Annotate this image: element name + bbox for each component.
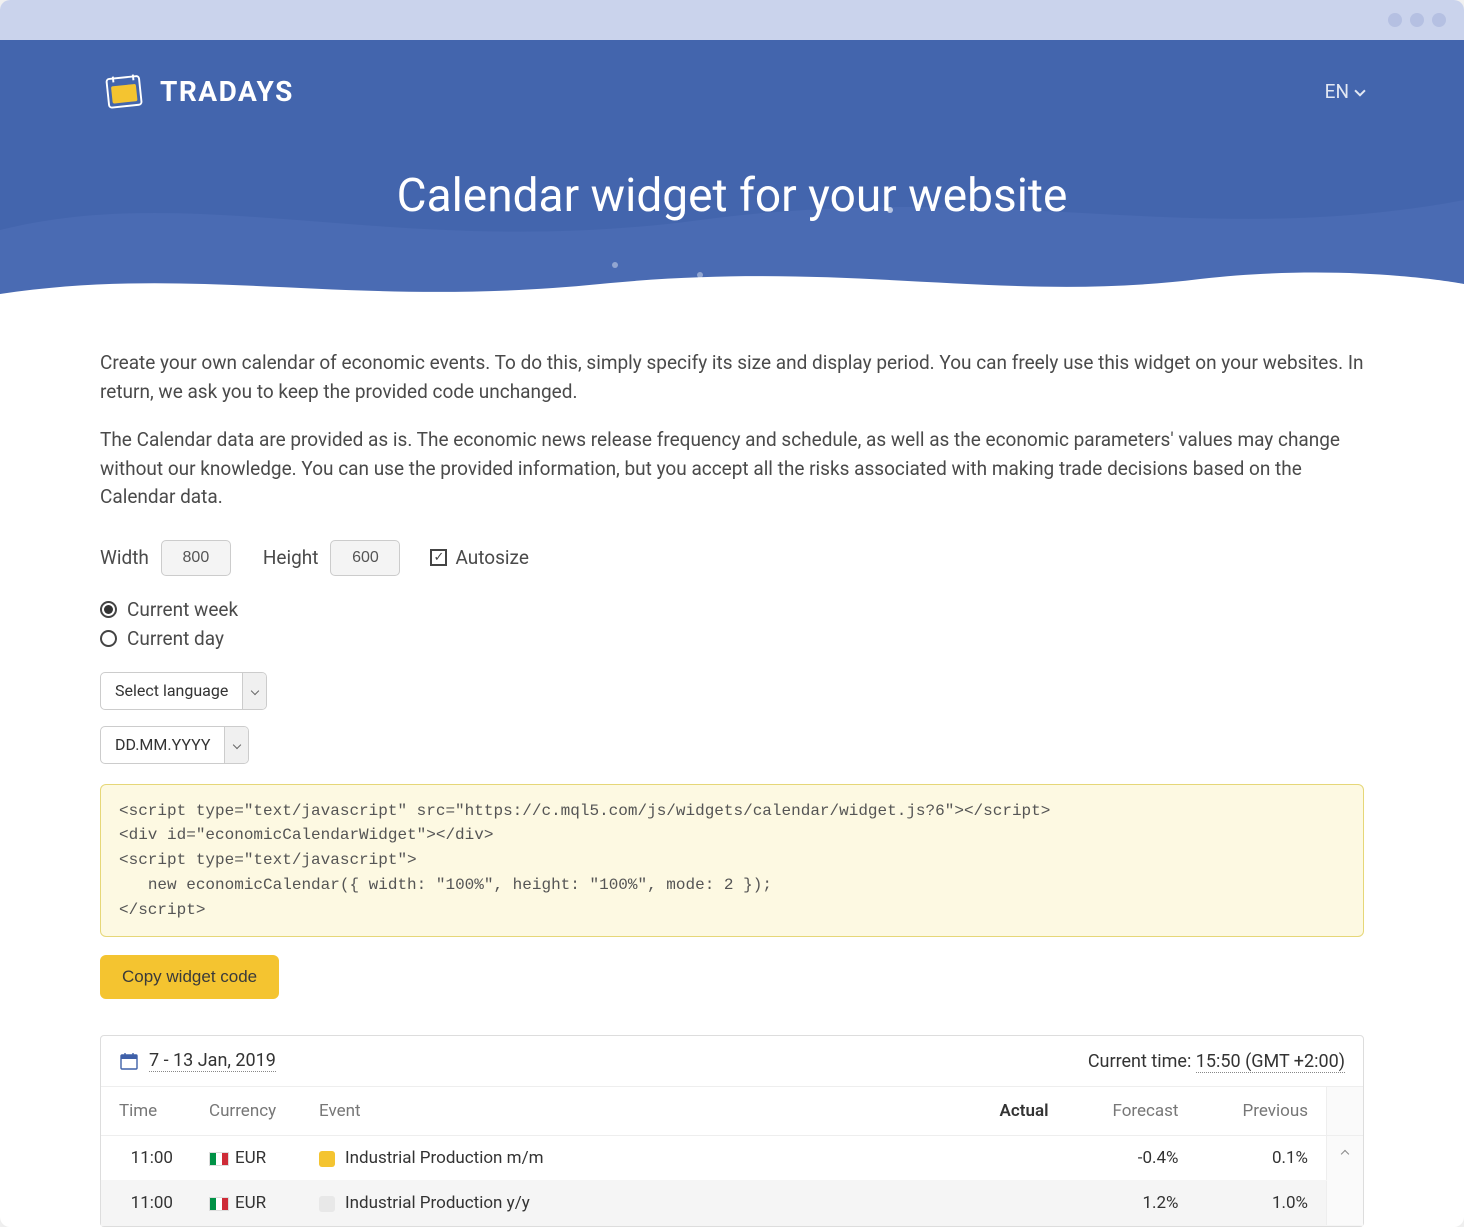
brand-logo[interactable]: TRADAYS bbox=[100, 68, 294, 114]
cell-time: 11:00 bbox=[101, 1181, 191, 1226]
col-forecast: Forecast bbox=[1067, 1087, 1197, 1136]
window-titlebar bbox=[0, 0, 1464, 40]
current-time-value: 15:50 (GMT +2:00) bbox=[1196, 1051, 1345, 1073]
chevron-down-icon bbox=[1354, 85, 1365, 96]
radio-icon bbox=[100, 601, 117, 618]
calendar-preview: 7 - 13 Jan, 2019 Current time: 15:50 (GM… bbox=[100, 1035, 1364, 1227]
calendar-logo-icon bbox=[100, 68, 146, 114]
width-label: Width bbox=[100, 546, 149, 569]
height-label: Height bbox=[263, 546, 319, 569]
table-row[interactable]: 11:00 EUR Industrial Production m/m -0.4… bbox=[101, 1136, 1363, 1181]
cell-actual bbox=[957, 1136, 1067, 1181]
radio-current-day[interactable]: Current day bbox=[100, 627, 1364, 650]
embed-code-box[interactable]: <script type="text/javascript" src="http… bbox=[100, 784, 1364, 938]
current-time[interactable]: Current time: 15:50 (GMT +2:00) bbox=[1088, 1051, 1345, 1072]
period-radio-group: Current week Current day bbox=[100, 598, 1364, 650]
radio-week-label: Current week bbox=[127, 598, 238, 621]
table-header-row: Time Currency Event Actual Forecast Prev… bbox=[101, 1087, 1363, 1136]
hero-banner: TRADAYS EN Calendar widget for your webs… bbox=[0, 40, 1464, 313]
language-current: EN bbox=[1325, 80, 1349, 103]
width-input[interactable] bbox=[161, 540, 231, 576]
autosize-checkbox[interactable] bbox=[430, 549, 447, 566]
brand-name: TRADAYS bbox=[160, 75, 294, 108]
intro-paragraph-1: Create your own calendar of economic eve… bbox=[100, 349, 1364, 406]
window-control-dot[interactable] bbox=[1432, 13, 1446, 27]
page-title: Calendar widget for your website bbox=[100, 169, 1364, 223]
window-control-dot[interactable] bbox=[1410, 13, 1424, 27]
col-time: Time bbox=[101, 1087, 191, 1136]
flag-italy-icon bbox=[209, 1152, 229, 1166]
copy-widget-code-button[interactable]: Copy widget code bbox=[100, 955, 279, 999]
calendar-icon bbox=[119, 1051, 139, 1071]
importance-medium-icon bbox=[319, 1151, 335, 1167]
radio-current-week[interactable]: Current week bbox=[100, 598, 1364, 621]
date-format-select[interactable]: DD.MM.YYYY bbox=[100, 726, 249, 764]
cell-previous: 1.0% bbox=[1197, 1181, 1327, 1226]
radio-icon bbox=[100, 630, 117, 647]
col-actual: Actual bbox=[957, 1087, 1067, 1136]
cell-previous: 0.1% bbox=[1197, 1136, 1327, 1181]
window-control-dot[interactable] bbox=[1388, 13, 1402, 27]
importance-low-icon bbox=[319, 1196, 335, 1212]
chevron-down-icon bbox=[251, 686, 259, 694]
scroll-gutter bbox=[1327, 1087, 1364, 1136]
col-previous: Previous bbox=[1197, 1087, 1327, 1136]
col-event: Event bbox=[301, 1087, 957, 1136]
scrollbar[interactable] bbox=[1327, 1136, 1364, 1226]
language-select[interactable]: Select language bbox=[100, 672, 267, 710]
col-currency: Currency bbox=[191, 1087, 301, 1136]
intro-paragraph-2: The Calendar data are provided as is. Th… bbox=[100, 426, 1364, 512]
language-switcher[interactable]: EN bbox=[1325, 80, 1364, 103]
cell-currency: EUR bbox=[191, 1136, 301, 1181]
date-range-picker[interactable]: 7 - 13 Jan, 2019 bbox=[119, 1050, 276, 1072]
language-select-value: Select language bbox=[101, 673, 242, 708]
cell-currency: EUR bbox=[191, 1181, 301, 1226]
date-range-text: 7 - 13 Jan, 2019 bbox=[149, 1050, 276, 1072]
table-row[interactable]: 11:00 EUR Industrial Production y/y 1.2%… bbox=[101, 1181, 1363, 1226]
autosize-label: Autosize bbox=[455, 546, 528, 569]
current-time-label: Current time: bbox=[1088, 1051, 1191, 1072]
cell-forecast: 1.2% bbox=[1067, 1181, 1197, 1226]
cell-event: Industrial Production y/y bbox=[301, 1181, 957, 1226]
cell-actual bbox=[957, 1181, 1067, 1226]
date-format-select-value: DD.MM.YYYY bbox=[101, 727, 224, 762]
chevron-up-icon bbox=[1341, 1150, 1349, 1158]
cell-forecast: -0.4% bbox=[1067, 1136, 1197, 1181]
cell-event: Industrial Production m/m bbox=[301, 1136, 957, 1181]
cell-time: 11:00 bbox=[101, 1136, 191, 1181]
size-controls: Width Height Autosize bbox=[100, 540, 1364, 576]
radio-day-label: Current day bbox=[127, 627, 224, 650]
chevron-down-icon bbox=[233, 740, 241, 748]
height-input[interactable] bbox=[330, 540, 400, 576]
flag-italy-icon bbox=[209, 1197, 229, 1211]
